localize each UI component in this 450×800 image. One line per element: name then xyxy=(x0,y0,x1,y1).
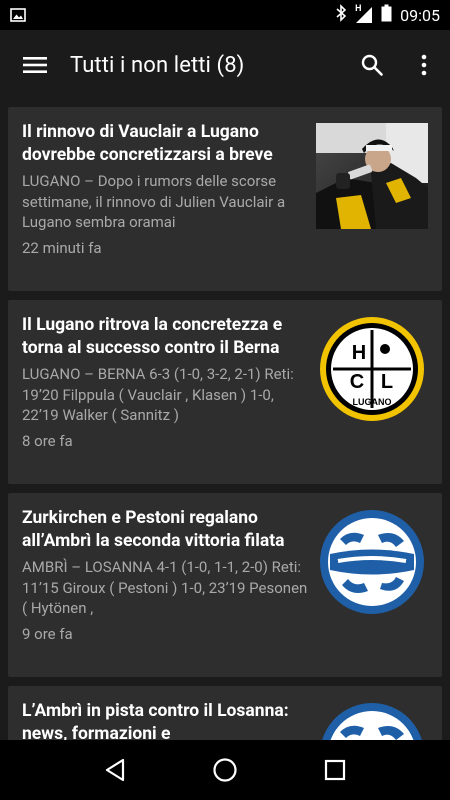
page-title: Tutti i non letti (8) xyxy=(70,52,245,78)
hc-lugano-logo: H C L LUGANO xyxy=(316,316,428,422)
status-bar: H 09:05 xyxy=(0,0,450,30)
hockey-player-photo xyxy=(316,123,428,229)
logo-name: LUGANO xyxy=(353,397,392,407)
search-icon[interactable] xyxy=(346,30,398,100)
battery-icon xyxy=(381,4,392,26)
status-time: 09:05 xyxy=(400,5,440,25)
menu-icon[interactable] xyxy=(0,30,70,100)
article-time: 22 minuti fa xyxy=(22,238,102,257)
article-card[interactable]: Il Lugano ritrova la concretezza e torna… xyxy=(8,300,442,484)
article-time: 8 ore fa xyxy=(22,431,73,450)
system-nav-bar xyxy=(0,740,450,800)
recents-icon[interactable] xyxy=(310,745,360,795)
bluetooth-icon xyxy=(335,4,347,26)
home-icon[interactable] xyxy=(200,745,250,795)
article-excerpt: AMBRÌ – LOSANNA 4-1 (1-0, 1-1, 2-0) Reti… xyxy=(22,558,308,617)
hcap-logo xyxy=(316,702,428,740)
article-title: Zurkirchen e Pestoni regalano all’Ambrì … xyxy=(22,508,285,551)
hcap-logo xyxy=(316,509,428,615)
logo-letter-c: C xyxy=(350,371,364,393)
image-notification-icon xyxy=(10,7,30,23)
logo-letter-h: H xyxy=(352,342,366,364)
article-feed[interactable]: Il rinnovo di Vauclair a Lugano dovrebbe… xyxy=(0,100,450,740)
article-card[interactable]: Il rinnovo di Vauclair a Lugano dovrebbe… xyxy=(8,107,442,291)
back-icon[interactable] xyxy=(90,745,140,795)
signal-icon: H xyxy=(355,4,373,24)
article-card[interactable]: L’Ambrì in pista contro il Losanna: news… xyxy=(8,686,442,740)
article-title: L’Ambrì in pista contro il Losanna: news… xyxy=(22,701,289,740)
article-title: Il Lugano ritrova la concretezza e torna… xyxy=(22,315,283,358)
overflow-menu-icon[interactable] xyxy=(398,30,450,100)
article-title: Il rinnovo di Vauclair a Lugano dovrebbe… xyxy=(22,122,273,165)
article-card[interactable]: Zurkirchen e Pestoni regalano all’Ambrì … xyxy=(8,493,442,677)
app-bar: Tutti i non letti (8) xyxy=(0,30,450,100)
article-time: 9 ore fa xyxy=(22,624,73,643)
article-excerpt: LUGANO – Dopo i rumors delle scorse sett… xyxy=(22,172,286,231)
logo-letter-l: L xyxy=(381,371,393,393)
article-excerpt: LUGANO – BERNA 6-3 (1-0, 3-2, 2-1) Reti:… xyxy=(22,365,294,424)
